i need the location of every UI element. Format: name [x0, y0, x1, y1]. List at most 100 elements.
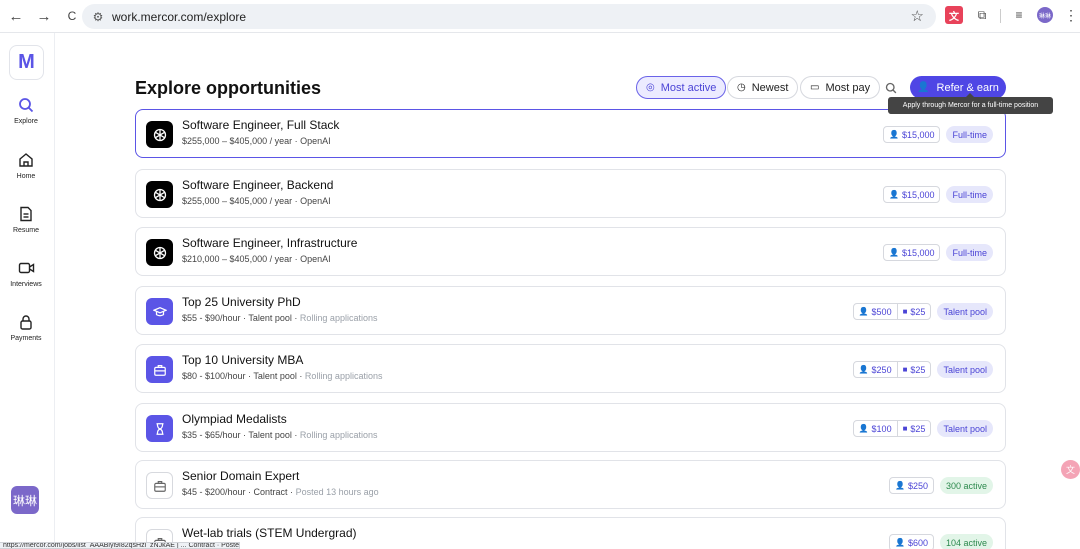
referral-bonus-chip: 👤 $15,000 [882, 186, 941, 203]
site-settings-icon[interactable]: ⚙ [90, 9, 106, 25]
user-icon: 👤 [888, 248, 899, 257]
search-button[interactable] [880, 77, 902, 99]
user-icon: 👤 [888, 190, 899, 199]
sidebar-item-label: Resume [12, 227, 40, 234]
browser-menu-icon[interactable]: ⋮ [1064, 7, 1078, 24]
openai-logo [146, 121, 173, 148]
job-title: Wet-lab trials (STEM Undergrad) [182, 526, 357, 540]
referral-bonus-chip: 👤 $600 [888, 534, 934, 549]
status-bar-url: https://mercor.com/jobs/list_AAABlyl9I82… [0, 542, 240, 549]
user-icon: 👤 [888, 130, 899, 139]
job-card[interactable]: Wet-lab trials (STEM Undergrad) 👤 $600 10… [135, 517, 1006, 549]
media-control-icon[interactable]: ≡ [1010, 6, 1028, 24]
sidebar-item-interviews[interactable]: Interviews [0, 258, 52, 288]
job-card[interactable]: Software Engineer, Infrastructure $210,0… [135, 227, 1006, 276]
page-title: Explore opportunities [135, 78, 322, 98]
refer-label: Refer & earn [936, 81, 999, 94]
video-icon [16, 258, 36, 278]
extensions-puzzle-icon[interactable]: ⧉ [973, 6, 991, 24]
add-user-icon: 👤 [917, 82, 930, 93]
filter-most-active[interactable]: ◎ Most active [636, 76, 727, 99]
filter-most-pay[interactable]: ▭ Most pay [800, 76, 881, 99]
job-subtitle: $255,000 – $405,000 / year · OpenAI [182, 136, 331, 146]
video-icon: ■ [902, 424, 908, 433]
job-title: Top 25 University PhD [182, 295, 301, 309]
home-icon [16, 150, 36, 170]
sidebar-item-label: Payments [10, 335, 42, 342]
job-subtitle: $45 - $200/hour · Contract · Posted 13 h… [182, 487, 379, 497]
sidebar-item-label: Interviews [10, 281, 42, 288]
user-icon: 👤 [858, 307, 869, 316]
toolbar-divider [1000, 9, 1001, 23]
search-icon [885, 82, 897, 94]
referral-bonus-chip: 👤 $15,000 [882, 244, 941, 261]
address-bar[interactable]: ⚙ work.mercor.com/explore ☆ [82, 4, 936, 29]
job-type-tag: Full-time [946, 186, 993, 203]
mercor-logo[interactable]: M [9, 45, 44, 80]
job-type-tag: Talent pool [937, 303, 993, 320]
floating-translate-icon[interactable]: 文 [1061, 460, 1080, 479]
sidebar-item-explore[interactable]: Explore [0, 95, 52, 125]
openai-logo [146, 239, 173, 266]
user-icon: 👤 [858, 365, 869, 374]
user-icon: 👤 [858, 424, 869, 433]
openai-logo [146, 181, 173, 208]
filter-label: Most active [660, 81, 717, 94]
browser-toolbar: ← → C ⚙ work.mercor.com/explore ☆ 文 ⧉ ≡ … [0, 0, 1080, 33]
sidebar-item-home[interactable]: Home [0, 150, 52, 180]
tooltip: Apply through Mercor for a full-time pos… [888, 93, 1053, 114]
user-icon: 👤 [894, 538, 905, 547]
user-icon: 👤 [894, 481, 905, 490]
video-icon: ■ [902, 307, 908, 316]
sidebar: M Explore Home Resume Interviews Payment… [0, 33, 55, 549]
refer-earn-button[interactable]: 👤 Refer & earn [910, 76, 1006, 99]
money-icon: ▭ [810, 82, 820, 93]
search-icon [16, 95, 36, 115]
referral-bonus-chip: 👤 $15,000 [882, 126, 941, 143]
referral-bonus-chip: 👤 $250 [888, 477, 934, 494]
reload-button[interactable]: C [62, 6, 82, 26]
sidebar-item-label: Explore [14, 118, 38, 125]
bonus-chip-pair: 👤 $500 ■ $25 [852, 303, 932, 320]
job-card[interactable]: Top 25 University PhD $55 - $90/hour · T… [135, 286, 1006, 335]
active-count-tag: 104 active [939, 534, 993, 549]
job-type-tag: Talent pool [937, 361, 993, 378]
hourglass-icon [146, 415, 173, 442]
url-text[interactable]: work.mercor.com/explore [112, 10, 246, 24]
forward-button[interactable]: → [34, 6, 54, 26]
job-type-tag: Full-time [946, 244, 993, 261]
job-type-tag[interactable]: Full-time [946, 126, 993, 143]
job-card[interactable]: Software Engineer, Backend $255,000 – $4… [135, 169, 1006, 218]
profile-avatar-icon[interactable]: 琳琳 [1037, 7, 1053, 23]
activity-icon: ◎ [646, 82, 655, 93]
bonus-chip-pair: 👤 $250 ■ $25 [852, 361, 932, 378]
job-subtitle: $55 - $90/hour · Talent pool · Rolling a… [182, 313, 378, 323]
sidebar-item-resume[interactable]: Resume [0, 204, 52, 234]
job-subtitle: $80 - $100/hour · Talent pool · Rolling … [182, 371, 383, 381]
translate-extension-icon[interactable]: 文 [945, 6, 963, 24]
document-icon [16, 204, 36, 224]
job-title: Software Engineer, Backend [182, 178, 334, 192]
graduation-cap-icon [146, 298, 173, 325]
job-title: Software Engineer, Infrastructure [182, 236, 358, 250]
job-card[interactable]: Olympiad Medalists $35 - $65/hour · Tale… [135, 403, 1006, 452]
briefcase-icon [146, 472, 173, 499]
job-type-tag: Talent pool [937, 420, 993, 437]
job-card[interactable]: Senior Domain Expert $45 - $200/hour · C… [135, 460, 1006, 509]
job-title: Olympiad Medalists [182, 412, 287, 426]
briefcase-icon [146, 356, 173, 383]
job-subtitle: $255,000 – $405,000 / year · OpenAI [182, 196, 331, 206]
back-button[interactable]: ← [6, 6, 26, 26]
sidebar-item-payments[interactable]: Payments [0, 312, 52, 342]
active-count-tag: 300 active [939, 477, 993, 494]
filter-newest[interactable]: ◷ Newest [727, 76, 799, 99]
job-title: Top 10 University MBA [182, 353, 304, 367]
filter-label: Newest [751, 81, 789, 94]
sidebar-item-label: Home [16, 173, 36, 180]
job-card[interactable]: Software Engineer, Full Stack $255,000 –… [135, 109, 1006, 158]
job-card[interactable]: Top 10 University MBA $80 - $100/hour · … [135, 344, 1006, 393]
filter-label: Most pay [825, 81, 871, 94]
bookmark-star-icon[interactable]: ☆ [911, 7, 924, 25]
user-avatar[interactable]: 琳琳 [11, 486, 39, 514]
bonus-chip-pair: 👤 $100 ■ $25 [852, 420, 932, 437]
